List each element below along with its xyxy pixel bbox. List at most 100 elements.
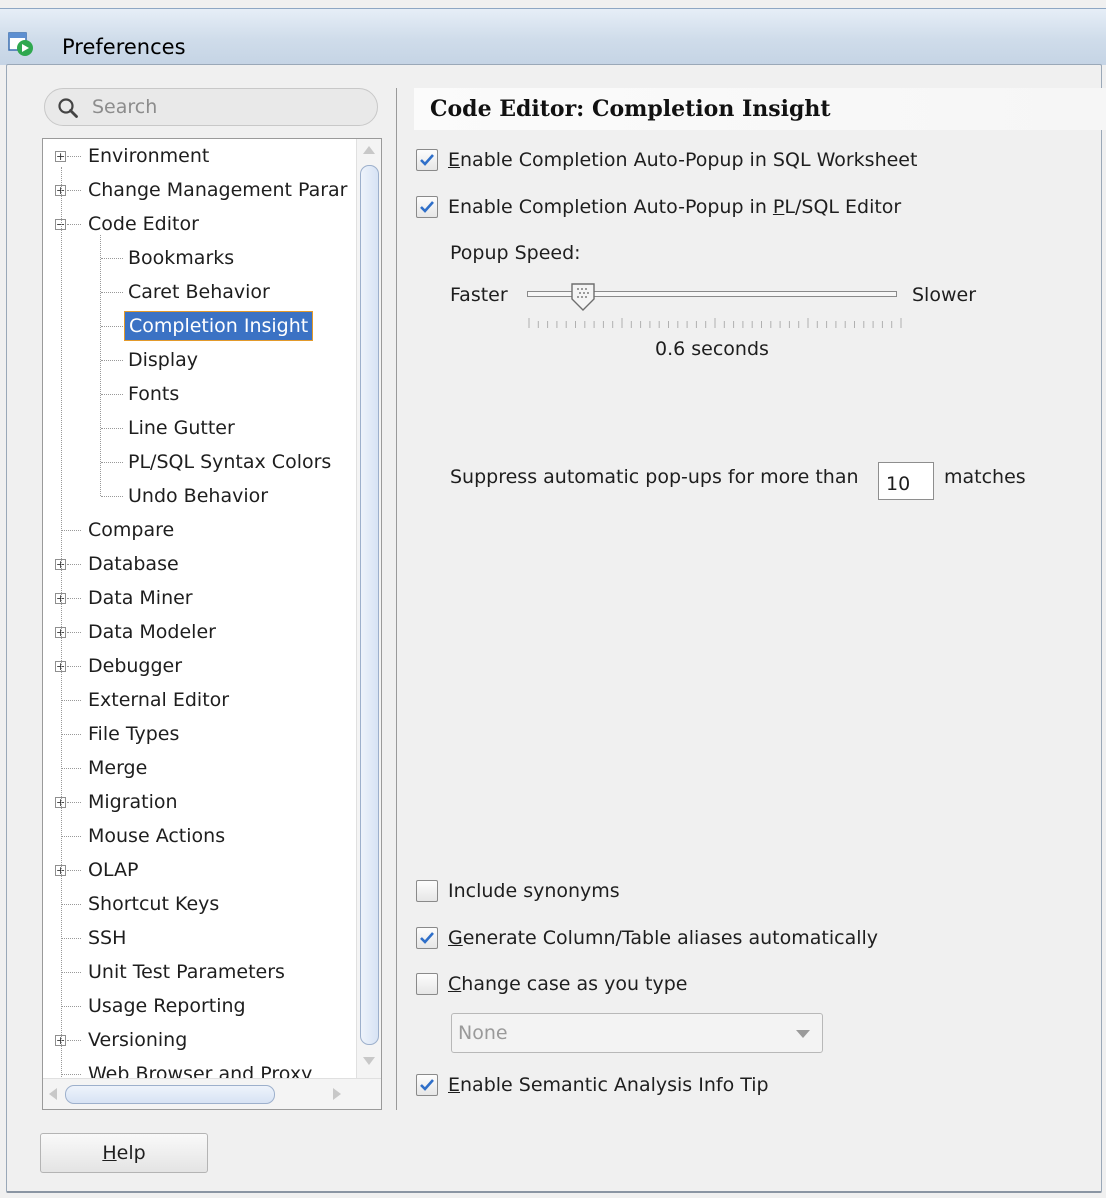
tree-connector — [101, 496, 123, 497]
tree-item[interactable]: + Database — [43, 548, 359, 580]
tree-item[interactable]: Completion Insight — [43, 310, 359, 342]
help-button[interactable]: Help — [40, 1133, 208, 1173]
tree-item[interactable]: − Code Editor — [43, 208, 359, 240]
page-title: Code Editor: Completion Insight — [430, 96, 831, 122]
tree-connector — [101, 326, 123, 327]
auto-popup-sql-label: Enable Completion Auto-Popup in SQL Work… — [448, 149, 918, 171]
tree-item-label: Debugger — [88, 655, 183, 677]
tree-item-label: Change Management Parar — [88, 179, 348, 201]
tree-item[interactable]: + Versioning — [43, 1024, 359, 1056]
tree-item[interactable]: Bookmarks — [43, 242, 359, 274]
tree-item[interactable]: SSH — [43, 922, 359, 954]
popup-speed-slider-thumb[interactable] — [568, 282, 598, 312]
tree-connector — [101, 360, 123, 361]
chevron-down-icon — [796, 1030, 810, 1038]
expand-icon[interactable]: + — [55, 151, 66, 162]
tree-item[interactable]: Merge — [43, 752, 359, 784]
tree-item-label: Compare — [88, 519, 175, 541]
tree-item-label: PL/SQL Syntax Colors — [128, 451, 332, 473]
tree-item-label: Completion Insight — [124, 311, 314, 341]
tree-item[interactable]: + Environment — [43, 140, 359, 172]
tree-item[interactable]: + Migration — [43, 786, 359, 818]
tree-item[interactable]: + Data Miner — [43, 582, 359, 614]
suppress-unit-label: matches — [944, 466, 1026, 488]
scroll-up-icon[interactable] — [363, 146, 375, 154]
tree-item-label: Mouse Actions — [88, 825, 226, 847]
tree-item[interactable]: Unit Test Parameters — [43, 956, 359, 988]
tree-item-label: OLAP — [88, 859, 139, 881]
slider-max-label: Slower — [912, 284, 977, 306]
tree-item[interactable]: Compare — [43, 514, 359, 546]
checkmark-icon — [420, 1079, 434, 1091]
tree-connector — [67, 598, 81, 599]
tree-connector — [67, 632, 81, 633]
scroll-left-icon[interactable] — [49, 1088, 57, 1100]
page-header: Code Editor: Completion Insight — [414, 88, 1106, 130]
tree-item[interactable]: PL/SQL Syntax Colors — [43, 446, 359, 478]
tree-item-label: Merge — [88, 757, 148, 779]
tree-item[interactable]: Undo Behavior — [43, 480, 359, 512]
tree-item[interactable]: Fonts — [43, 378, 359, 410]
case-select[interactable]: None — [451, 1013, 823, 1053]
tree-connector — [61, 938, 81, 939]
auto-popup-sql-checkbox[interactable] — [416, 149, 438, 171]
tree-item[interactable]: Shortcut Keys — [43, 888, 359, 920]
scroll-down-icon[interactable] — [363, 1057, 375, 1065]
include-synonyms-label: Include synonyms — [448, 880, 620, 902]
auto-popup-plsql-checkbox[interactable] — [416, 196, 438, 218]
tree-item[interactable]: Display — [43, 344, 359, 376]
search-input[interactable]: Search — [44, 88, 378, 126]
tree-item-label: Usage Reporting — [88, 995, 246, 1017]
checkmark-icon — [420, 932, 434, 944]
tree-connector — [61, 530, 81, 531]
tree-connector — [67, 870, 81, 871]
tree-item[interactable]: + Debugger — [43, 650, 359, 682]
tree-connector — [61, 972, 81, 973]
tree-vertical-scrollbar[interactable] — [356, 139, 381, 1081]
tree-connector — [67, 156, 81, 157]
tree-connector — [101, 428, 123, 429]
tree-connector — [67, 666, 81, 667]
tree-connector — [61, 768, 81, 769]
tree-connector — [101, 462, 123, 463]
tree-item[interactable]: + Data Modeler — [43, 616, 359, 648]
tree-item-label: Versioning — [88, 1029, 188, 1051]
tree-item-label: SSH — [88, 927, 127, 949]
checkmark-icon — [420, 154, 434, 166]
preferences-app-icon — [8, 32, 33, 56]
tree-item-label: Migration — [88, 791, 178, 813]
tree-item[interactable]: Mouse Actions — [43, 820, 359, 852]
tree-item[interactable]: External Editor — [43, 684, 359, 716]
tree-horizontal-scrollbar[interactable] — [43, 1078, 381, 1109]
semantic-tip-checkbox[interactable] — [416, 1074, 438, 1096]
tree-connector — [61, 904, 81, 905]
scroll-right-icon[interactable] — [333, 1088, 341, 1100]
panel-divider[interactable] — [396, 88, 397, 1110]
tree-item-label: Data Miner — [88, 587, 193, 609]
checkmark-icon — [420, 201, 434, 213]
tree-item-label: Data Modeler — [88, 621, 216, 643]
tree-item[interactable]: File Types — [43, 718, 359, 750]
case-select-value: None — [458, 1022, 508, 1044]
tree-horizontal-scroll-thumb[interactable] — [65, 1085, 275, 1104]
tree-item[interactable]: + Change Management Parar — [43, 174, 359, 206]
tree-connector — [61, 1006, 81, 1007]
tree-vertical-scroll-thumb[interactable] — [360, 165, 379, 1045]
search-icon — [58, 98, 78, 118]
change-case-checkbox[interactable] — [416, 973, 438, 995]
tree-item-label: Shortcut Keys — [88, 893, 220, 915]
tree-item-label: Code Editor — [88, 213, 199, 235]
tree-item[interactable]: Usage Reporting — [43, 990, 359, 1022]
tree-item[interactable]: Line Gutter — [43, 412, 359, 444]
tree-item[interactable]: + OLAP — [43, 854, 359, 886]
slider-tick-marks — [528, 318, 902, 328]
tree-item[interactable]: Caret Behavior — [43, 276, 359, 308]
generate-aliases-checkbox[interactable] — [416, 927, 438, 949]
tree-connector — [61, 734, 81, 735]
title-bar: Preferences — [0, 8, 1106, 65]
tree-item-label: Undo Behavior — [128, 485, 269, 507]
suppress-count-input[interactable] — [878, 462, 934, 500]
include-synonyms-checkbox[interactable] — [416, 880, 438, 902]
tree-item-label: Bookmarks — [128, 247, 235, 269]
tree-connector — [61, 1074, 81, 1075]
